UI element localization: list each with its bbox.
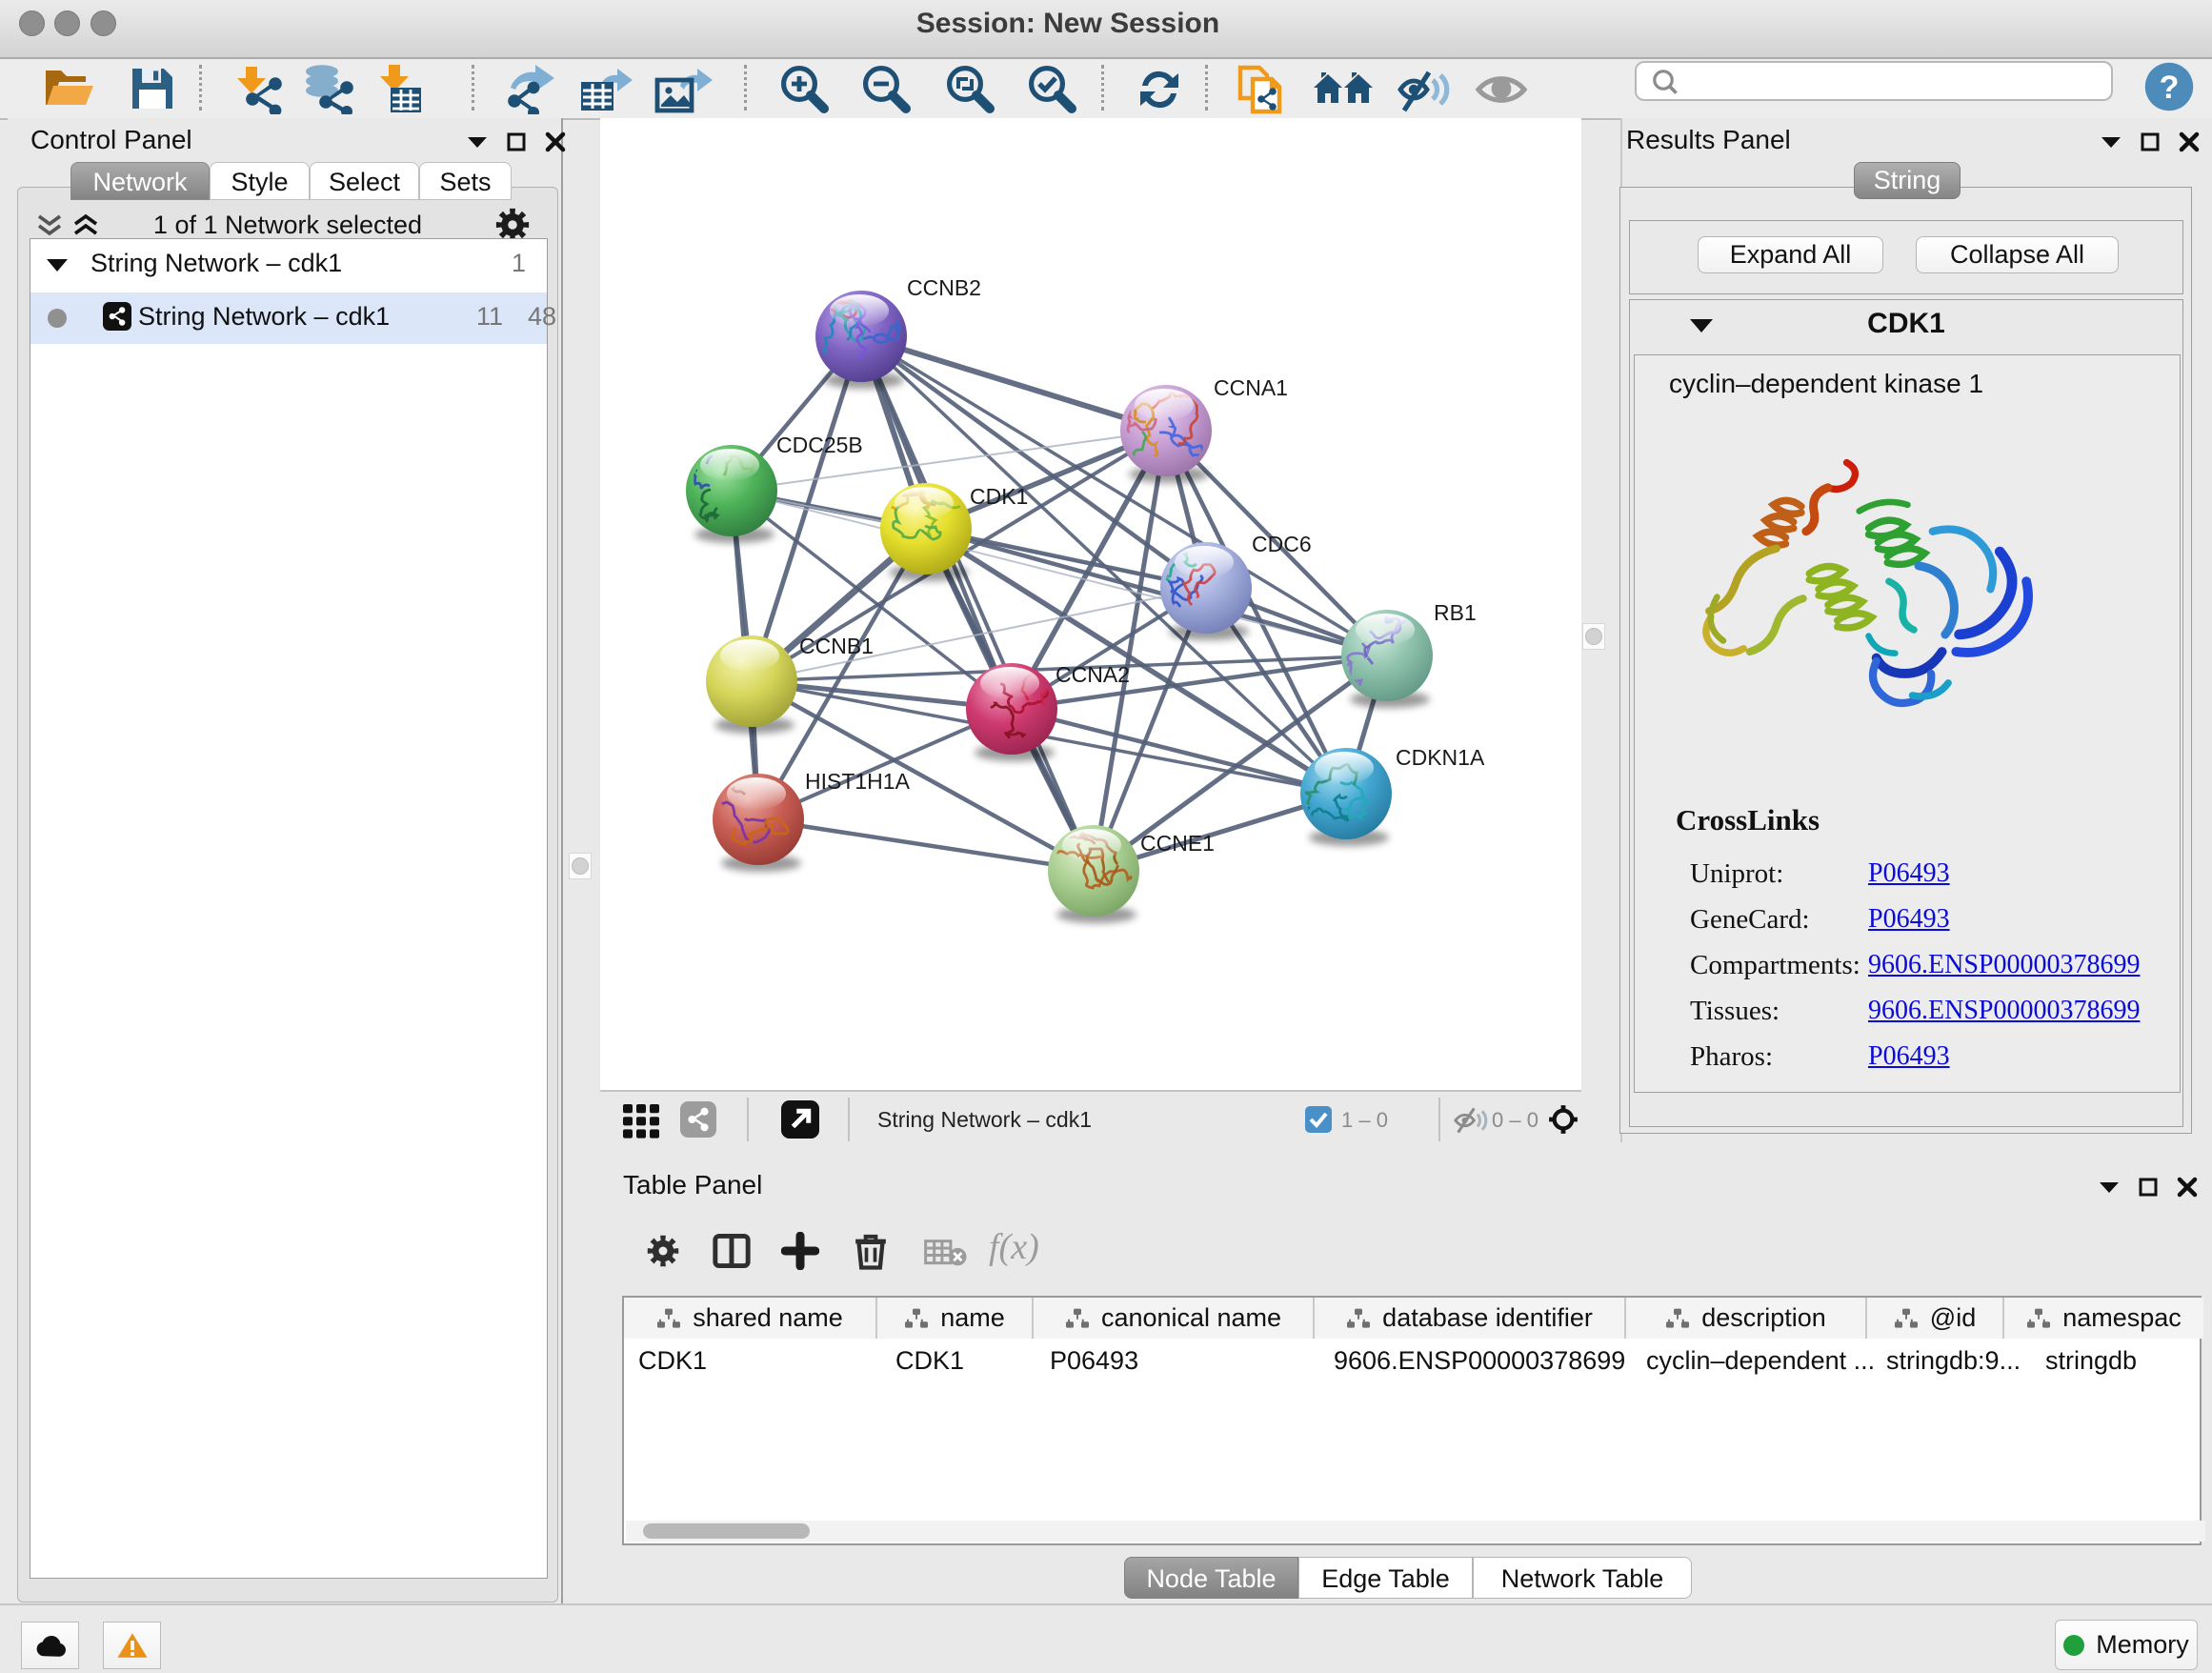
svg-text:CDK1: CDK1 xyxy=(970,484,1028,509)
svg-text:RB1: RB1 xyxy=(1434,600,1477,625)
svg-text:CDKN1A: CDKN1A xyxy=(1396,745,1485,770)
svg-text:?: ? xyxy=(2160,70,2180,106)
svg-text:HIST1H1A: HIST1H1A xyxy=(805,769,911,794)
svg-text:CDC25B: CDC25B xyxy=(776,433,863,457)
svg-text:CCNB2: CCNB2 xyxy=(907,275,981,300)
svg-text:CDC6: CDC6 xyxy=(1252,532,1312,556)
svg-text:CCNB1: CCNB1 xyxy=(799,634,874,658)
svg-text:CCNE1: CCNE1 xyxy=(1140,831,1215,856)
svg-text:CCNA2: CCNA2 xyxy=(1056,662,1130,687)
svg-text:CCNA1: CCNA1 xyxy=(1214,375,1288,400)
